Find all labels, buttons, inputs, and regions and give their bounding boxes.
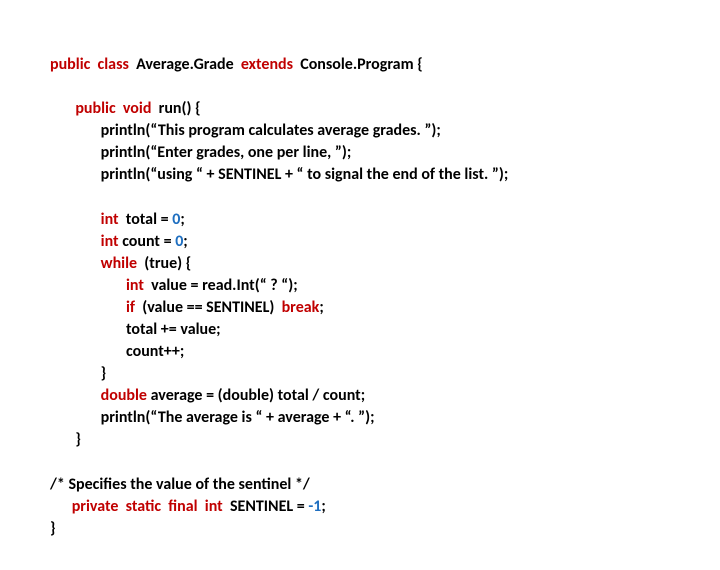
kw-int: int <box>126 276 144 295</box>
method-sig: run() { <box>159 99 201 118</box>
kw-public: public <box>50 55 90 74</box>
class-name: Average.Grade <box>136 55 234 74</box>
stmt: ; <box>180 210 184 229</box>
kw-class: class <box>98 55 129 74</box>
brace: } <box>101 364 107 383</box>
stmt: SENTINEL = <box>230 497 308 516</box>
kw-if: if <box>126 298 135 317</box>
kw-extends: extends <box>241 55 293 74</box>
stmt: ; <box>183 232 187 251</box>
stmt: value = read.Int(“ ? “); <box>151 276 298 295</box>
kw-void: void <box>123 99 152 118</box>
stmt: total = <box>126 210 172 229</box>
stmt: println(“using “ + SENTINEL + “ to signa… <box>101 165 509 184</box>
kw-static: static <box>126 497 161 516</box>
kw-double: double <box>101 386 151 405</box>
brace: } <box>50 519 56 538</box>
code-slide: public class Average.Grade extends Conso… <box>0 0 720 570</box>
kw-break: break <box>282 298 320 317</box>
stmt: println(“This program calculates average… <box>101 121 441 140</box>
stmt: count++; <box>126 342 184 361</box>
stmt: (true) { <box>144 254 191 273</box>
comment: /* Specifies the value of the sentinel *… <box>50 475 310 494</box>
kw-final: final <box>168 497 197 516</box>
stmt: average = (double) total / count; <box>151 386 366 405</box>
brace: } <box>75 430 81 449</box>
stmt: (value == SENTINEL) <box>142 298 278 317</box>
stmt: println(“The average is “ + average + “.… <box>101 408 375 427</box>
stmt: count = <box>122 232 175 251</box>
stmt: total += value; <box>126 320 221 339</box>
kw-while: while <box>101 254 137 273</box>
kw-public: public <box>75 99 115 118</box>
kw-int: int <box>101 232 119 251</box>
num-literal: -1 <box>308 497 321 516</box>
stmt: ; <box>321 497 325 516</box>
kw-int: int <box>205 497 223 516</box>
kw-int: int <box>101 210 119 229</box>
stmt: println(“Enter grades, one per line, ”); <box>101 143 352 162</box>
super-class: Console.Program { <box>300 55 422 74</box>
stmt: ; <box>319 298 323 317</box>
kw-private: private <box>72 497 119 516</box>
